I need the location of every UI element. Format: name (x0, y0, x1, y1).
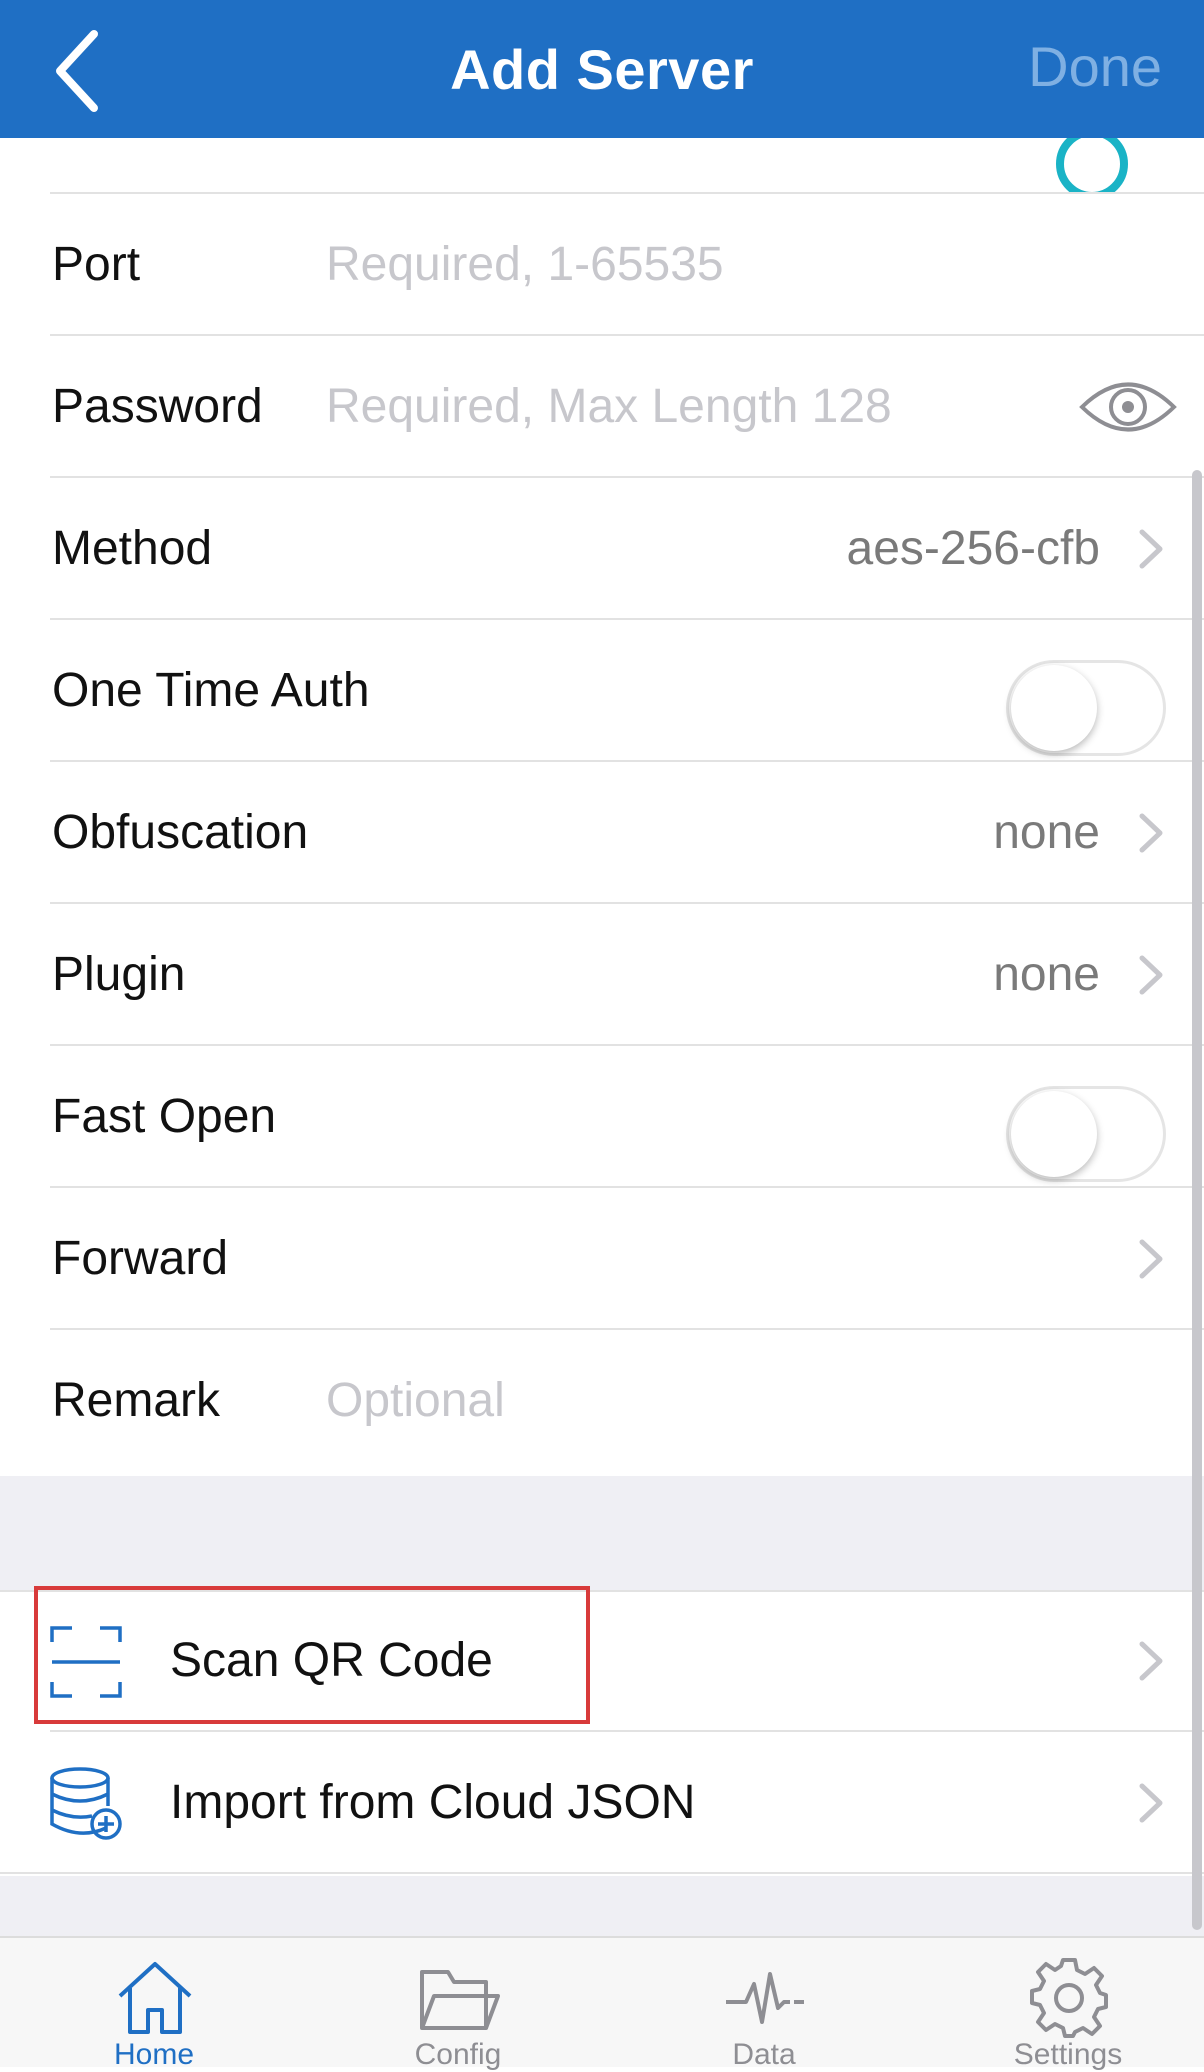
plugin-value: none (993, 948, 1100, 1001)
chevron-left-icon[interactable] (48, 26, 108, 116)
eye-icon[interactable] (1078, 372, 1178, 442)
database-add-icon (50, 1767, 122, 1840)
remark-label: Remark (52, 1374, 221, 1427)
remark-row[interactable]: Remark Optional (0, 1330, 1204, 1472)
tab-data[interactable]: Data (684, 1938, 844, 2071)
import-cloud-label: Import from Cloud JSON (170, 1776, 696, 1829)
plugin-label: Plugin (52, 948, 186, 1001)
section-gap (0, 1876, 1204, 1936)
pulse-icon (726, 1972, 804, 2024)
chevron-right-icon (1139, 1239, 1163, 1279)
toggle-knob (1011, 1091, 1097, 1177)
chevron-right-icon (1139, 955, 1163, 995)
method-label: Method (52, 522, 213, 575)
navigation-bar: Add Server Done (0, 0, 1204, 138)
one-time-auth-label: One Time Auth (52, 664, 370, 717)
divider (0, 1872, 1204, 1874)
fast-open-toggle[interactable] (1006, 1086, 1166, 1182)
tab-bar: Home Config Data Settings (0, 1936, 1204, 2071)
scan-qr-row[interactable]: Scan QR Code (0, 1590, 1204, 1732)
fast-open-row: Fast Open (0, 1046, 1204, 1188)
one-time-auth-row: One Time Auth (0, 620, 1204, 762)
forward-row[interactable]: Forward (0, 1188, 1204, 1330)
toggle-knob (1011, 665, 1097, 751)
chevron-right-icon (1139, 813, 1163, 853)
section-gap (0, 1476, 1204, 1590)
import-cloud-row[interactable]: Import from Cloud JSON (0, 1732, 1204, 1874)
scrollbar[interactable] (1192, 470, 1202, 1930)
folder-icon (420, 1970, 500, 2030)
tab-config[interactable]: Config (378, 1938, 538, 2071)
done-button[interactable]: Done (1028, 34, 1162, 99)
method-row[interactable]: Method aes-256-cfb (0, 478, 1204, 620)
port-input[interactable]: Required, 1-65535 (326, 194, 724, 336)
chevron-right-icon (1139, 529, 1163, 569)
port-label: Port (52, 238, 141, 291)
port-row[interactable]: Port Required, 1-65535 (0, 194, 1204, 336)
fast-open-label: Fast Open (52, 1090, 277, 1143)
plugin-row[interactable]: Plugin none (0, 904, 1204, 1046)
obfuscation-value: none (993, 806, 1100, 859)
remark-input[interactable]: Optional (326, 1330, 505, 1472)
obfuscation-row[interactable]: Obfuscation none (0, 762, 1204, 904)
method-value: aes-256-cfb (846, 522, 1100, 575)
obfuscation-label: Obfuscation (52, 806, 309, 859)
partial-row (0, 138, 1204, 194)
tab-home[interactable]: Home (74, 1938, 234, 2071)
server-type-icon (1056, 138, 1128, 194)
page-title: Add Server (450, 37, 754, 101)
chevron-right-icon (1139, 1641, 1163, 1681)
tab-settings[interactable]: Settings (988, 1938, 1148, 2071)
home-icon (118, 1962, 192, 2034)
scan-qr-label: Scan QR Code (170, 1634, 493, 1687)
forward-label: Forward (52, 1232, 229, 1285)
password-input[interactable]: Required, Max Length 128 (326, 336, 892, 478)
password-row[interactable]: Password Required, Max Length 128 (0, 336, 1204, 478)
gear-icon (1030, 1958, 1108, 2038)
one-time-auth-toggle[interactable] (1006, 660, 1166, 756)
qr-scan-icon (50, 1626, 122, 1698)
chevron-right-icon (1139, 1783, 1163, 1823)
password-label: Password (52, 380, 263, 433)
